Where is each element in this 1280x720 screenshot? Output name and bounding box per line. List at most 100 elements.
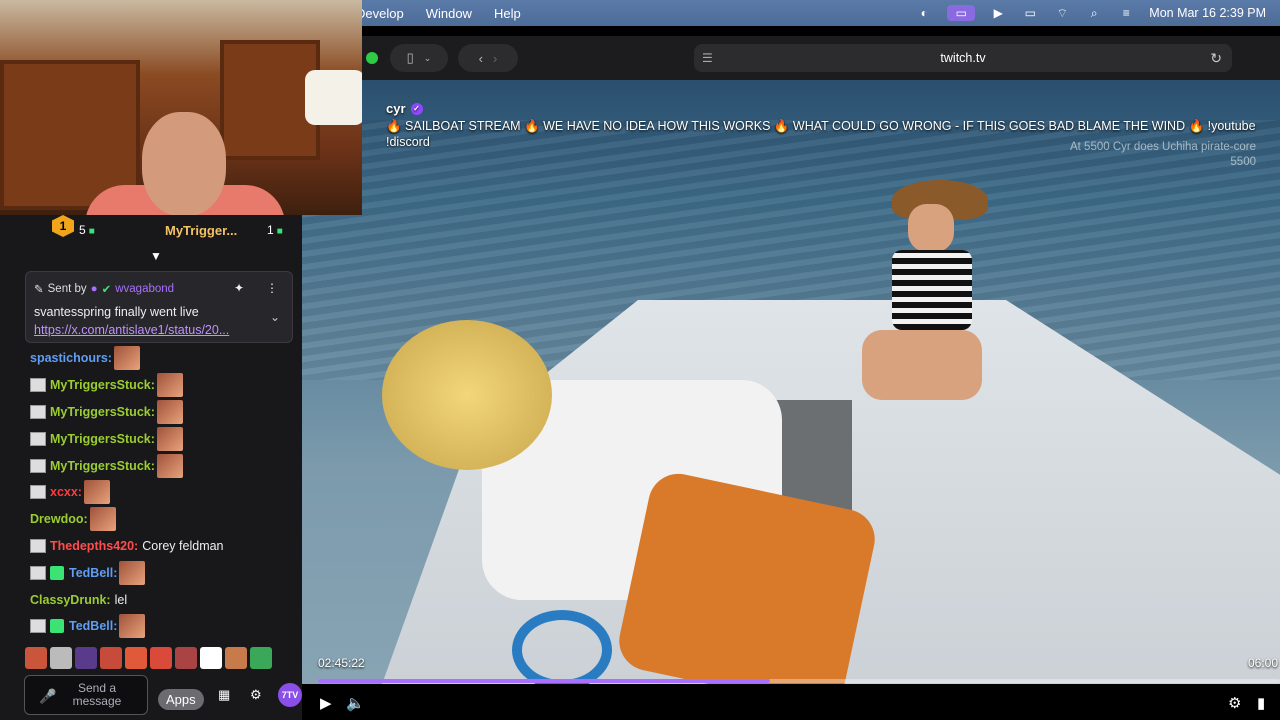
emote-picker-item-icon[interactable]	[125, 647, 147, 669]
chat-messages: spastichours: MyTriggersStuck: MyTriggersS…	[30, 345, 298, 640]
chat-emote-icon	[156, 426, 183, 451]
user-badge-icon	[30, 378, 46, 393]
leaderboard-count-2: 1 ■	[267, 223, 283, 237]
unpin-icon[interactable]: ✦	[234, 281, 244, 295]
menu-window[interactable]: Window	[426, 6, 472, 21]
more-options-icon[interactable]: ⋮	[266, 281, 278, 295]
emote-picker-item-icon[interactable]	[100, 647, 122, 669]
wifi-icon[interactable]: ⌔	[1053, 5, 1071, 21]
chat-text: Corey feldman	[142, 538, 224, 553]
screen-mirroring-icon[interactable]: ▭	[947, 5, 976, 21]
chat-message: MyTriggersStuck:	[30, 452, 298, 479]
chat-message: ClassyDrunk: lel	[30, 586, 298, 613]
spotlight-search-icon[interactable]: ⌕	[1085, 5, 1103, 21]
collapse-arrow-icon[interactable]: ▼	[150, 249, 162, 263]
chat-username[interactable]: ClassyDrunk:	[30, 593, 111, 607]
theatre-mode-icon[interactable]: ▮	[1257, 694, 1265, 712]
browser-toolbar: ▯ ⌄ ‹ › ☰ twitch.tv ↻	[362, 36, 1280, 80]
seek-bar-fill	[318, 679, 771, 683]
sidebar-toggle-button[interactable]: ▯ ⌄	[390, 44, 448, 72]
back-icon[interactable]: ‹	[479, 51, 483, 66]
seventv-button[interactable]: 7TV	[278, 683, 302, 707]
chat-username[interactable]: TedBell:	[69, 566, 117, 580]
chat-username[interactable]: MyTriggersStuck:	[50, 459, 155, 473]
reload-icon[interactable]: ↻	[1210, 50, 1222, 67]
menubar-status: ◐ ▭ ▶ ▭ ⌔ ⌕ ≡ Mon Mar 16 2:39 PM	[915, 5, 1266, 21]
emote-picker-item-icon[interactable]	[225, 647, 247, 669]
chat-settings-icon[interactable]: ⚙	[250, 687, 262, 703]
chat-username[interactable]: MyTriggersStuck:	[50, 405, 155, 419]
chat-message: MyTriggersStuck:	[30, 399, 298, 426]
chat-username[interactable]: MyTriggersStuck:	[50, 378, 155, 392]
emote-picker-item-icon[interactable]	[150, 647, 172, 669]
emote-bar	[25, 647, 295, 671]
chat-input-row: 🎤 Send a message Apps ▦ ⚙ 7TV	[24, 675, 302, 715]
emote-picker-item-icon[interactable]	[250, 647, 272, 669]
menu-help[interactable]: Help	[494, 6, 521, 21]
expand-chevron-icon[interactable]: ⌄	[270, 310, 280, 324]
chat-input[interactable]: 🎤 Send a message	[24, 675, 148, 715]
screen: Develop Window Help ◐ ▭ ▶ ▭ ⌔ ⌕ ≡ Mon Ma…	[0, 0, 1280, 720]
sub-gift-icon	[50, 619, 64, 634]
sidebar-icon: ▯	[406, 50, 414, 65]
chat-username[interactable]: TedBell:	[69, 619, 117, 633]
window-zoom-button[interactable]	[366, 52, 378, 64]
pinned-sender[interactable]: wvagabond	[115, 283, 174, 295]
forward-icon[interactable]: ›	[493, 51, 497, 66]
seek-bar[interactable]	[318, 679, 1280, 683]
color-wheel-icon[interactable]: ◐	[915, 5, 933, 21]
webcam-person-head	[142, 112, 226, 215]
streamer-name[interactable]: cyr ✓	[386, 101, 423, 116]
store-icon[interactable]: ▦	[218, 687, 230, 703]
stream-overlay-goal: At 5500 Cyr does Uchiha pirate-core 5500	[1069, 141, 1256, 168]
chat-emote-icon	[83, 480, 110, 505]
chat-text: lel	[114, 592, 128, 607]
page-menu-icon[interactable]: ☰	[702, 51, 713, 65]
play-circle-icon[interactable]: ▶	[989, 5, 1007, 21]
verified-green-icon: ✔	[101, 284, 112, 296]
chat-message: TedBell:	[30, 559, 298, 586]
pinned-link[interactable]: https://x.com/antislave1/status/20...	[34, 323, 264, 337]
user-badge-icon	[30, 538, 46, 553]
video-person-back	[862, 180, 1002, 400]
menu-develop[interactable]: Develop	[356, 6, 404, 21]
pinned-header: ✎ Sent by ● ✔ wvagabond	[34, 283, 175, 296]
play-icon[interactable]: ▶	[320, 694, 332, 712]
control-center-icon[interactable]: ≡	[1117, 5, 1135, 21]
chat-emote-icon	[156, 453, 183, 478]
elapsed-time: 02:45:22	[318, 656, 365, 670]
address-bar[interactable]: ☰ twitch.tv ↻	[694, 44, 1232, 72]
chat-username[interactable]: Drewdoo:	[30, 512, 88, 526]
volume-icon[interactable]: 🔈	[346, 694, 365, 712]
leaderboard-user-2[interactable]: MyTrigger...	[165, 223, 237, 238]
webcam-porthole	[305, 70, 362, 125]
menubar-menus: Develop Window Help	[356, 6, 521, 21]
chat-username[interactable]: MyTriggersStuck:	[50, 432, 155, 446]
rank-badge: 1	[52, 215, 74, 237]
leaderboard-count-1: 5 ■	[79, 223, 95, 237]
chat-panel: 1 5 ■ MyTrigger... 1 ■ ▼ ✎ Sent by ● ✔ wva…	[0, 215, 302, 720]
pinned-message: ✎ Sent by ● ✔ wvagabond ✦ ⋮ svantessprin…	[25, 271, 293, 343]
emote-picker-item-icon[interactable]	[175, 647, 197, 669]
chat-emote-icon	[156, 399, 183, 424]
chat-emote-icon	[113, 346, 140, 371]
apps-button[interactable]: Apps	[158, 689, 204, 710]
url-text: twitch.tv	[940, 51, 986, 65]
battery-icon[interactable]: ▭	[1021, 5, 1039, 21]
chat-message: Thedepths420: Corey feldman	[30, 533, 298, 560]
chat-emote-icon	[119, 560, 146, 585]
chat-username[interactable]: xcxx:	[50, 485, 82, 499]
emote-picker-item-icon[interactable]	[50, 647, 72, 669]
video-player[interactable]: cyr ✓ 🔥 SAILBOAT STREAM 🔥 WE HAVE NO IDE…	[302, 80, 1280, 720]
emote-picker-item-icon[interactable]	[25, 647, 47, 669]
emote-picker-item-icon[interactable]	[200, 647, 222, 669]
mic-icon[interactable]: 🎤	[39, 688, 56, 705]
user-badge-icon	[30, 485, 46, 500]
chat-message: TedBell:	[30, 613, 298, 640]
chat-username[interactable]: spastichours:	[30, 351, 112, 365]
menubar-clock[interactable]: Mon Mar 16 2:39 PM	[1149, 6, 1266, 20]
user-badge-icon	[30, 458, 46, 473]
chat-username[interactable]: Thedepths420:	[50, 539, 138, 553]
settings-gear-icon[interactable]: ⚙	[1228, 694, 1241, 712]
emote-picker-item-icon[interactable]	[75, 647, 97, 669]
